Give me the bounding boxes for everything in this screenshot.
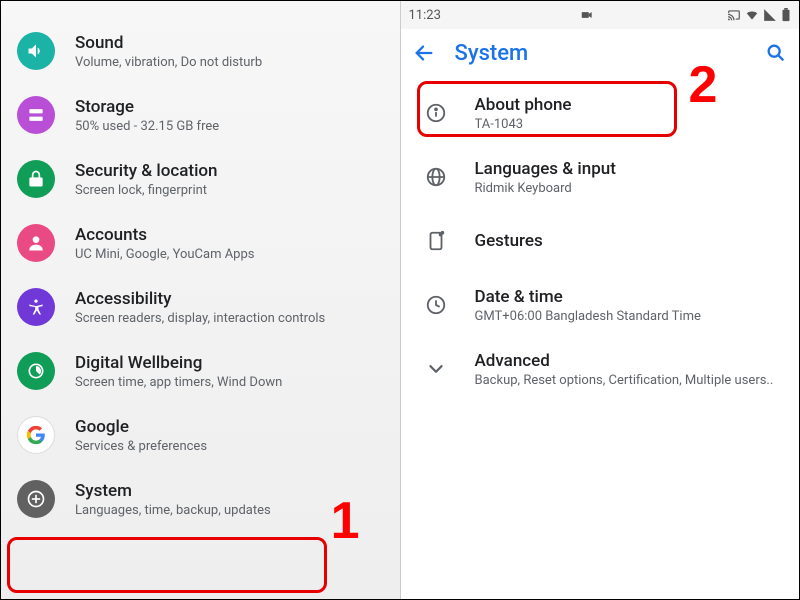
settings-row-storage[interactable]: Storage 50% used - 32.15 GB free [1, 83, 400, 147]
system-row-advanced[interactable]: Advanced Backup, Reset options, Certific… [401, 337, 800, 401]
row-title: Sound [75, 33, 384, 53]
row-title: About phone [475, 95, 784, 115]
row-title: Accessibility [75, 289, 384, 309]
row-title: Security & location [75, 161, 384, 181]
system-row-gestures[interactable]: Gestures [401, 209, 800, 273]
settings-row-security[interactable]: Security & location Screen lock, fingerp… [1, 147, 400, 211]
row-subtitle: UC Mini, Google, YouCam Apps [75, 247, 384, 262]
row-subtitle: Backup, Reset options, Certification, Mu… [475, 373, 784, 388]
system-pane: 11:23 System [401, 1, 800, 599]
cast-icon [727, 8, 741, 22]
back-button[interactable] [413, 42, 435, 64]
camera-icon [580, 8, 594, 22]
row-title: Accounts [75, 225, 384, 245]
row-subtitle: Services & preferences [75, 439, 384, 454]
row-subtitle: Languages, time, backup, updates [75, 503, 384, 518]
signal-icon [763, 8, 777, 22]
settings-list-pane: Sound Volume, vibration, Do not disturb … [1, 1, 401, 599]
row-subtitle: Screen time, app timers, Wind Down [75, 375, 384, 390]
system-list: About phone TA-1043 Languages & input Ri… [401, 77, 800, 401]
row-title: Digital Wellbeing [75, 353, 384, 373]
status-time: 11:23 [409, 8, 441, 23]
status-bar: 11:23 [401, 1, 800, 29]
storage-icon [17, 96, 55, 134]
settings-list: Sound Volume, vibration, Do not disturb … [1, 1, 400, 531]
row-subtitle: GMT+06:00 Bangladesh Standard Time [475, 309, 784, 324]
gestures-icon [417, 222, 455, 260]
row-title: Languages & input [475, 159, 784, 179]
accounts-icon [17, 224, 55, 262]
row-subtitle: Screen readers, display, interaction con… [75, 311, 384, 326]
search-button[interactable] [765, 42, 787, 64]
row-subtitle: Volume, vibration, Do not disturb [75, 55, 384, 70]
system-icon [17, 480, 55, 518]
sound-icon [17, 32, 55, 70]
settings-row-accounts[interactable]: Accounts UC Mini, Google, YouCam Apps [1, 211, 400, 275]
clock-icon [417, 286, 455, 324]
accessibility-icon [17, 288, 55, 326]
settings-row-google[interactable]: Google Services & preferences [1, 403, 400, 467]
settings-row-system[interactable]: System Languages, time, backup, updates [1, 467, 400, 531]
system-row-languages[interactable]: Languages & input Ridmik Keyboard [401, 145, 800, 209]
system-header: System [401, 29, 800, 77]
row-title: Date & time [475, 287, 784, 307]
header-title: System [455, 41, 529, 66]
row-subtitle: Ridmik Keyboard [475, 181, 784, 196]
row-subtitle: Screen lock, fingerprint [75, 183, 384, 198]
row-title: Gestures [475, 231, 784, 251]
wellbeing-icon [17, 352, 55, 390]
settings-row-wellbeing[interactable]: Digital Wellbeing Screen time, app timer… [1, 339, 400, 403]
globe-icon [417, 158, 455, 196]
row-subtitle: 50% used - 32.15 GB free [75, 119, 384, 134]
row-title: Storage [75, 97, 384, 117]
row-title: Advanced [475, 351, 784, 371]
wifi-icon [745, 8, 759, 22]
battery-icon [781, 8, 791, 22]
lock-icon [17, 160, 55, 198]
settings-row-accessibility[interactable]: Accessibility Screen readers, display, i… [1, 275, 400, 339]
google-icon [17, 416, 55, 454]
row-title: Google [75, 417, 384, 437]
annotation-box-1 [7, 537, 327, 593]
row-title: System [75, 481, 384, 501]
system-row-about-phone[interactable]: About phone TA-1043 [401, 81, 800, 145]
info-icon [417, 94, 455, 132]
settings-row-sound[interactable]: Sound Volume, vibration, Do not disturb [1, 19, 400, 83]
expand-icon [417, 350, 455, 388]
row-subtitle: TA-1043 [475, 117, 784, 132]
system-row-datetime[interactable]: Date & time GMT+06:00 Bangladesh Standar… [401, 273, 800, 337]
